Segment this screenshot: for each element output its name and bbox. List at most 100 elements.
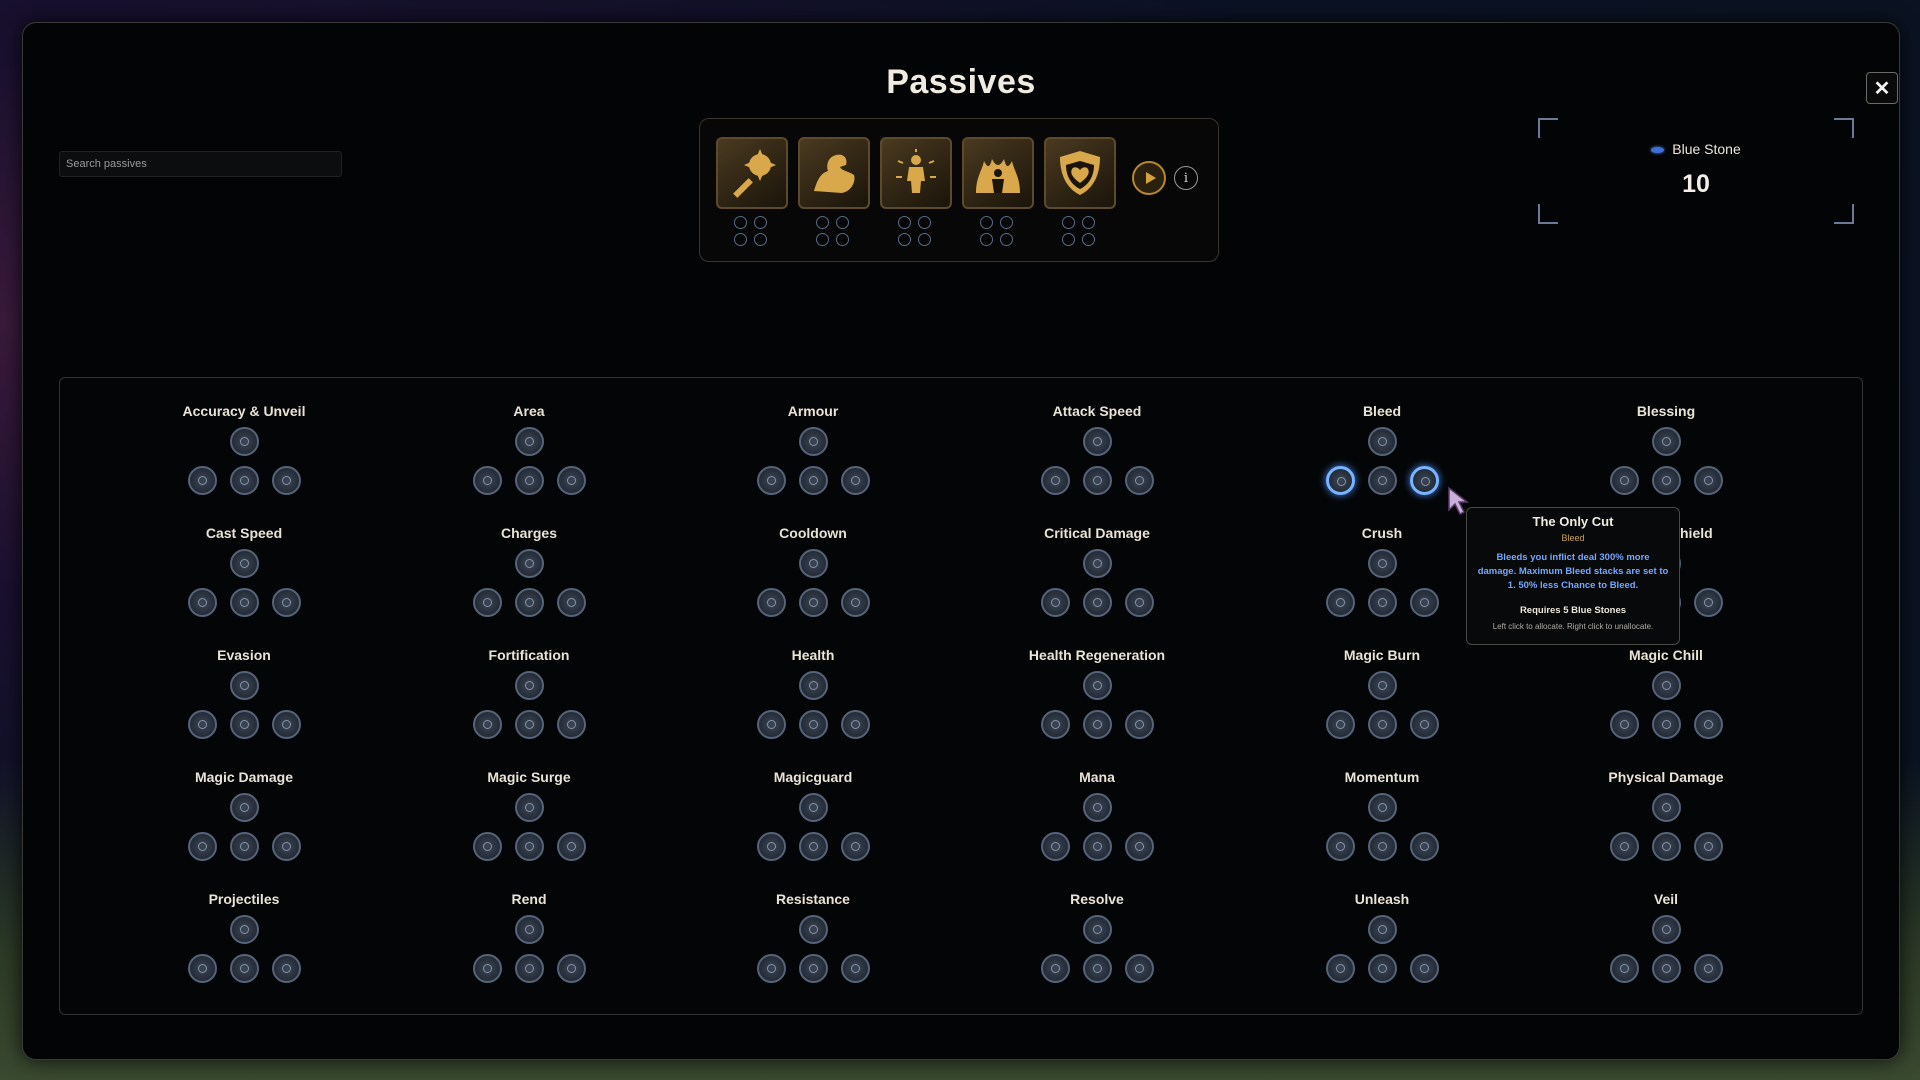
close-button[interactable]: ✕: [1866, 72, 1898, 104]
passive-node-icon[interactable]: [1610, 832, 1639, 861]
passive-node-icon[interactable]: [1368, 793, 1397, 822]
passive-node-icon[interactable]: [1326, 832, 1355, 861]
passive-node-icon[interactable]: [272, 954, 301, 983]
passive-node-icon[interactable]: [1083, 427, 1112, 456]
passive-node-icon[interactable]: [841, 588, 870, 617]
passive-node-icon[interactable]: [272, 832, 301, 861]
passive-node-icon[interactable]: [272, 588, 301, 617]
passive-node-icon[interactable]: [841, 954, 870, 983]
passive-node-icon[interactable]: [515, 671, 544, 700]
passive-node-icon[interactable]: [1368, 588, 1397, 617]
passive-node-icon[interactable]: [515, 793, 544, 822]
passive-node-icon[interactable]: [757, 954, 786, 983]
passive-node-icon[interactable]: [1125, 832, 1154, 861]
passive-node-icon[interactable]: [1041, 466, 1070, 495]
passive-node-icon[interactable]: [230, 832, 259, 861]
strength-arm-icon[interactable]: [798, 137, 870, 209]
passive-node-icon[interactable]: [1652, 832, 1681, 861]
passive-node-icon[interactable]: [799, 671, 828, 700]
passive-node-icon[interactable]: [799, 832, 828, 861]
passive-node-icon[interactable]: [473, 466, 502, 495]
passive-node-icon[interactable]: [557, 588, 586, 617]
passive-node-icon[interactable]: [515, 915, 544, 944]
passive-node-icon[interactable]: [757, 466, 786, 495]
passive-node-icon[interactable]: [515, 832, 544, 861]
passive-node-icon[interactable]: [473, 954, 502, 983]
info-icon[interactable]: i: [1174, 166, 1198, 190]
passive-node-icon[interactable]: [1083, 671, 1112, 700]
passive-node-icon[interactable]: [230, 588, 259, 617]
passive-node-icon[interactable]: [1610, 710, 1639, 739]
passive-node-icon[interactable]: [1041, 954, 1070, 983]
passive-node-icon[interactable]: [799, 915, 828, 944]
class-slot-radiant[interactable]: [880, 137, 952, 246]
passive-node-icon[interactable]: [799, 710, 828, 739]
passive-node-icon[interactable]: [1410, 710, 1439, 739]
mace-icon[interactable]: [716, 137, 788, 209]
passive-node-icon[interactable]: [188, 954, 217, 983]
passive-node-icon[interactable]: [1368, 466, 1397, 495]
passive-node-icon[interactable]: [1652, 710, 1681, 739]
class-slot-flame[interactable]: [962, 137, 1034, 246]
passive-node-icon[interactable]: [799, 588, 828, 617]
passive-node-icon[interactable]: [1368, 671, 1397, 700]
passive-node-icon[interactable]: [1652, 427, 1681, 456]
passive-node-icon[interactable]: [841, 466, 870, 495]
passive-node-icon[interactable]: [1368, 832, 1397, 861]
passive-node-icon[interactable]: [188, 466, 217, 495]
passive-node-icon[interactable]: [757, 588, 786, 617]
passive-node-icon[interactable]: [1410, 954, 1439, 983]
passive-node-icon[interactable]: [1125, 954, 1154, 983]
passive-node-icon[interactable]: [515, 466, 544, 495]
passive-node-icon[interactable]: [188, 588, 217, 617]
passive-node-icon[interactable]: [1652, 954, 1681, 983]
passive-node-icon[interactable]: [1652, 671, 1681, 700]
passive-node-icon[interactable]: [188, 832, 217, 861]
passive-node-icon[interactable]: [1694, 588, 1723, 617]
passive-node-icon[interactable]: [1410, 588, 1439, 617]
passive-node-icon[interactable]: [757, 710, 786, 739]
passive-node-icon[interactable]: [1125, 710, 1154, 739]
passive-node-icon[interactable]: [515, 954, 544, 983]
passive-node-icon[interactable]: [1083, 915, 1112, 944]
passive-node-icon[interactable]: [1041, 832, 1070, 861]
passive-node-icon[interactable]: [1326, 588, 1355, 617]
passive-node-icon[interactable]: [841, 710, 870, 739]
passive-node-icon[interactable]: [1083, 710, 1112, 739]
passive-node-icon[interactable]: [1083, 832, 1112, 861]
passive-node-icon[interactable]: [799, 954, 828, 983]
passive-node-icon[interactable]: [272, 710, 301, 739]
passive-node-icon[interactable]: [515, 588, 544, 617]
passive-node-icon[interactable]: [230, 915, 259, 944]
passive-node-icon[interactable]: [1694, 832, 1723, 861]
passive-node-icon[interactable]: [230, 793, 259, 822]
passive-node-icon[interactable]: [230, 671, 259, 700]
passive-node-icon[interactable]: [515, 710, 544, 739]
passive-node-icon[interactable]: [230, 954, 259, 983]
passive-node-icon[interactable]: [1368, 710, 1397, 739]
passive-node-icon[interactable]: [1083, 549, 1112, 578]
passive-node-icon[interactable]: [1694, 954, 1723, 983]
radiant-figure-icon[interactable]: [880, 137, 952, 209]
search-input[interactable]: [59, 151, 342, 177]
class-slot-shield[interactable]: [1044, 137, 1116, 246]
passive-node-icon[interactable]: [473, 832, 502, 861]
passive-node-icon[interactable]: [1368, 549, 1397, 578]
passive-node-icon[interactable]: [1610, 954, 1639, 983]
passive-node-icon[interactable]: [1083, 588, 1112, 617]
passive-node-icon[interactable]: [1368, 915, 1397, 944]
passive-node-icon[interactable]: [1041, 588, 1070, 617]
passive-node-icon[interactable]: [230, 466, 259, 495]
passive-node-icon[interactable]: [1652, 915, 1681, 944]
class-slot-strength[interactable]: [798, 137, 870, 246]
passive-node-icon[interactable]: [841, 832, 870, 861]
passive-node-icon[interactable]: [272, 466, 301, 495]
passive-node-icon[interactable]: [799, 793, 828, 822]
passive-node-icon[interactable]: [1326, 710, 1355, 739]
passive-node-icon[interactable]: [230, 427, 259, 456]
passive-node-icon[interactable]: [557, 710, 586, 739]
passive-node-icon[interactable]: [1410, 466, 1439, 495]
passive-node-icon[interactable]: [515, 549, 544, 578]
passive-node-icon[interactable]: [1652, 793, 1681, 822]
passive-node-icon[interactable]: [1326, 466, 1355, 495]
